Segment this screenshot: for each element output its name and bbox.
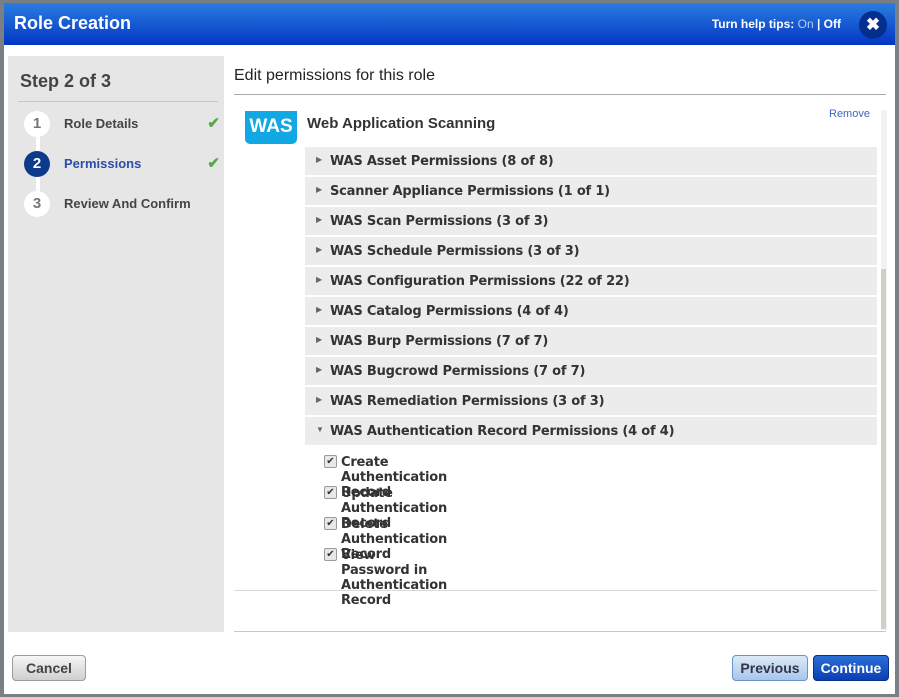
- step-label: Role Details: [64, 116, 139, 131]
- scrollbar-thumb[interactable]: [881, 269, 886, 629]
- divider: [234, 590, 878, 591]
- help-tips-label: Turn help tips:: [711, 17, 795, 31]
- expand-arrow-icon: ▶: [316, 365, 323, 374]
- step-label: Review And Confirm: [64, 196, 191, 211]
- permission-group-label: WAS Configuration Permissions (22 of 22): [330, 274, 630, 289]
- step-number: 3: [24, 191, 50, 217]
- step-label: Permissions: [64, 156, 142, 171]
- permission-group-burp[interactable]: ▶ WAS Burp Permissions (7 of 7): [305, 327, 877, 355]
- remove-module-link[interactable]: Remove: [829, 108, 870, 120]
- permission-group-label: WAS Asset Permissions (8 of 8): [330, 154, 554, 169]
- module-title: Web Application Scanning: [307, 115, 496, 132]
- page-heading: Edit permissions for this role: [234, 67, 435, 84]
- step-number: 2: [24, 151, 50, 177]
- permission-group-bugcrowd[interactable]: ▶ WAS Bugcrowd Permissions (7 of 7): [305, 357, 877, 385]
- divider: [234, 631, 886, 632]
- permission-group-scanner-appliance[interactable]: ▶ Scanner Appliance Permissions (1 of 1): [305, 177, 877, 205]
- help-tips-off-link[interactable]: Off: [824, 17, 841, 31]
- permission-groups: ▶ WAS Asset Permissions (8 of 8) ▶ Scanner…: [305, 147, 877, 447]
- step-review-and-confirm[interactable]: 3 Review And Confirm: [24, 191, 220, 217]
- was-logo-icon: WAS: [245, 111, 297, 144]
- permission-group-asset[interactable]: ▶ WAS Asset Permissions (8 of 8): [305, 147, 877, 175]
- permission-group-label: WAS Remediation Permissions (3 of 3): [330, 394, 605, 409]
- expand-arrow-icon: ▶: [316, 245, 323, 254]
- help-tips-separator: |: [816, 17, 821, 31]
- help-tips-on-link[interactable]: On: [798, 17, 814, 31]
- permission-group-remediation[interactable]: ▶ WAS Remediation Permissions (3 of 3): [305, 387, 877, 415]
- permission-checkbox[interactable]: ✔: [324, 517, 337, 530]
- close-button[interactable]: ✖: [859, 11, 887, 39]
- expand-arrow-icon: ▶: [316, 305, 323, 314]
- permission-group-label: WAS Catalog Permissions (4 of 4): [330, 304, 569, 319]
- permission-group-label: WAS Schedule Permissions (3 of 3): [330, 244, 580, 259]
- continue-button[interactable]: Continue: [813, 655, 889, 681]
- permission-group-label: WAS Authentication Record Permissions (4…: [330, 424, 675, 439]
- expand-arrow-icon: ▶: [316, 215, 323, 224]
- permission-label: View Password in Authentication Record: [341, 548, 448, 608]
- permission-group-label: WAS Bugcrowd Permissions (7 of 7): [330, 364, 586, 379]
- close-icon: ✖: [865, 15, 881, 34]
- divider: [234, 94, 886, 95]
- permission-checkbox[interactable]: ✔: [324, 548, 337, 561]
- permission-group-label: WAS Scan Permissions (3 of 3): [330, 214, 549, 229]
- expand-arrow-icon: ▶: [316, 185, 323, 194]
- cancel-button[interactable]: Cancel: [12, 655, 86, 681]
- permission-group-scan[interactable]: ▶ WAS Scan Permissions (3 of 3): [305, 207, 877, 235]
- permission-group-authentication-record[interactable]: ▼ WAS Authentication Record Permissions (…: [305, 417, 877, 445]
- previous-button[interactable]: Previous: [732, 655, 808, 681]
- permission-checkbox[interactable]: ✔: [324, 486, 337, 499]
- expand-arrow-icon: ▶: [316, 275, 323, 284]
- permission-group-label: Scanner Appliance Permissions (1 of 1): [330, 184, 610, 199]
- step-role-details[interactable]: 1 Role Details ✔: [24, 111, 220, 137]
- wizard-steps-sidebar: Step 2 of 3 1 Role Details ✔ 2 Permissio…: [8, 56, 224, 632]
- permission-group-catalog[interactable]: ▶ WAS Catalog Permissions (4 of 4): [305, 297, 877, 325]
- title-bar: Role Creation Turn help tips: On | Off ✖: [4, 3, 895, 45]
- step-permissions[interactable]: 2 Permissions ✔: [24, 151, 220, 177]
- expand-arrow-icon: ▶: [316, 155, 323, 164]
- dialog-title: Role Creation: [14, 13, 132, 33]
- permission-group-label: WAS Burp Permissions (7 of 7): [330, 334, 549, 349]
- role-creation-dialog: Role Creation Turn help tips: On | Off ✖…: [4, 3, 895, 694]
- divider: [18, 101, 218, 102]
- permission-group-configuration[interactable]: ▶ WAS Configuration Permissions (22 of 22…: [305, 267, 877, 295]
- step-number: 1: [24, 111, 50, 137]
- help-tips-toggle: Turn help tips: On | Off: [712, 17, 841, 31]
- step-counter: Step 2 of 3: [20, 71, 112, 91]
- checkmark-icon: ✔: [207, 155, 220, 172]
- collapse-arrow-icon: ▼: [316, 425, 324, 434]
- permission-checkbox[interactable]: ✔: [324, 455, 337, 468]
- checkmark-icon: ✔: [207, 115, 220, 132]
- permission-group-schedule[interactable]: ▶ WAS Schedule Permissions (3 of 3): [305, 237, 877, 265]
- expand-arrow-icon: ▶: [316, 335, 323, 344]
- expand-arrow-icon: ▶: [316, 395, 323, 404]
